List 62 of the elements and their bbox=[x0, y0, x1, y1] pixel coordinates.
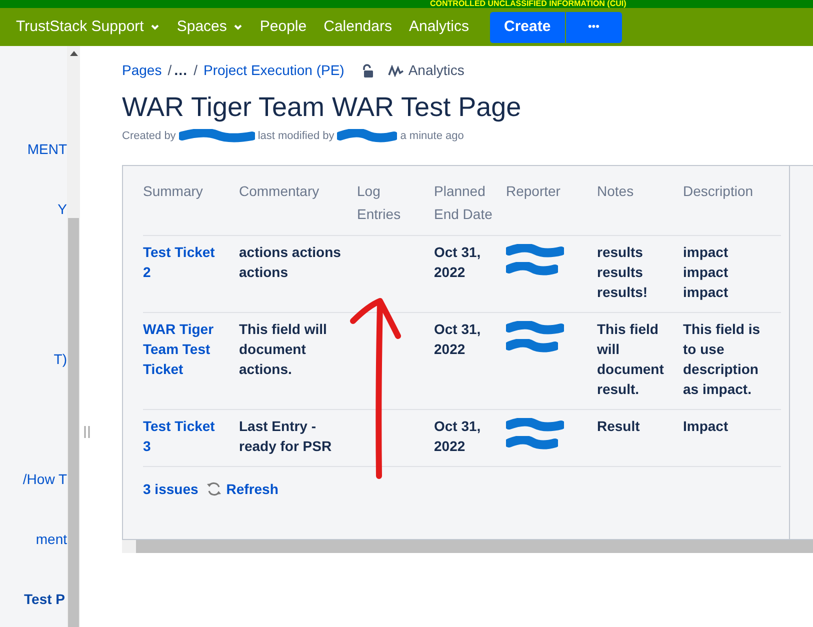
sidebar-item[interactable]: Y bbox=[58, 199, 67, 219]
breadcrumb-separator: / bbox=[168, 61, 172, 80]
redaction-scribble bbox=[506, 262, 558, 276]
breadcrumb-link[interactable]: Pages bbox=[122, 60, 162, 81]
column-header[interactable]: Notes bbox=[597, 178, 683, 226]
refresh-icon bbox=[206, 480, 222, 496]
horizontal-scrollbar[interactable] bbox=[122, 540, 813, 552]
breadcrumb-link[interactable]: Project Execution (PE) bbox=[203, 60, 344, 81]
issue-count-link[interactable]: 3 issues bbox=[143, 478, 198, 498]
table-cell: actions actions actions bbox=[239, 244, 341, 280]
table-cell: Result bbox=[597, 418, 640, 434]
ticket-link[interactable]: WAR Tiger Team Test Ticket bbox=[143, 318, 223, 378]
table-cell: This field will document actions. bbox=[239, 320, 327, 376]
sidebar-item[interactable]: MENT bbox=[27, 139, 67, 159]
table-cell: This field will document result. bbox=[597, 320, 664, 396]
breadcrumb-link[interactable]: … bbox=[174, 60, 188, 81]
unlocked-padlock-icon[interactable] bbox=[362, 64, 374, 78]
column-header[interactable]: Log Entries bbox=[357, 178, 434, 226]
redaction-scribble bbox=[506, 320, 564, 334]
nav-item[interactable]: Spaces bbox=[176, 16, 243, 38]
table-cell: Oct 31, 2022 bbox=[434, 320, 481, 356]
nav-item[interactable]: People bbox=[260, 16, 307, 38]
column-header[interactable]: Planned End Date bbox=[434, 178, 506, 226]
column-header[interactable]: Description bbox=[683, 178, 780, 226]
table-cell: Oct 31, 2022 bbox=[434, 418, 481, 454]
sidebar-item[interactable]: T) bbox=[54, 349, 67, 369]
ticket-link[interactable]: Test Ticket 2 bbox=[143, 242, 223, 282]
analytics-wave-icon bbox=[388, 64, 404, 76]
column-header[interactable]: Commentary bbox=[239, 178, 357, 226]
byline-text: Created by bbox=[122, 129, 176, 144]
breadcrumb-separator: / bbox=[194, 61, 198, 80]
table-cell: impact impact impact bbox=[683, 244, 728, 300]
column-header[interactable]: Reporter bbox=[506, 178, 597, 226]
resize-handle-icon[interactable] bbox=[84, 426, 90, 438]
ticket-link[interactable]: Test Ticket 3 bbox=[143, 416, 223, 456]
table-cell: This field is to use description as impact. bbox=[683, 320, 760, 396]
classification-banner: CONTROLLED UNCLASSIFIED INFORMATION (CUI) bbox=[0, 0, 813, 8]
scroll-up-icon bbox=[70, 51, 78, 56]
refresh-link[interactable]: Refresh bbox=[226, 478, 278, 498]
table-cell: Oct 31, 2022 bbox=[434, 244, 481, 280]
redaction-scribble bbox=[506, 338, 558, 352]
table-cell: results results results! bbox=[597, 244, 648, 300]
create-button[interactable]: Create bbox=[490, 12, 565, 42]
sidebar-item[interactable]: ment bbox=[36, 529, 67, 549]
nav-item[interactable]: TrustStack Support bbox=[16, 16, 160, 38]
table-cell: Impact bbox=[683, 418, 728, 434]
redaction-scribble bbox=[506, 436, 558, 450]
sidebar-item[interactable]: Test P bbox=[24, 589, 67, 609]
nav-item[interactable]: Analytics bbox=[408, 16, 470, 38]
more-button[interactable]: ••• bbox=[566, 12, 622, 42]
analytics-link[interactable]: Analytics bbox=[408, 60, 464, 81]
page-title: WAR Tiger Team WAR Test Page bbox=[122, 91, 522, 124]
redaction-scribble bbox=[506, 418, 564, 432]
nav-item[interactable]: Calendars bbox=[324, 16, 392, 38]
table-cell: Last Entry - ready for PSR bbox=[239, 418, 332, 454]
redaction-scribble bbox=[337, 129, 398, 144]
redaction-scribble bbox=[506, 244, 564, 258]
column-header[interactable]: Summary bbox=[143, 178, 239, 226]
byline-time: a minute ago bbox=[400, 129, 464, 144]
scrollbar-thumb[interactable] bbox=[68, 218, 79, 627]
sidebar-item[interactable]: /How T bbox=[22, 469, 67, 489]
byline-text: last modified by bbox=[258, 129, 334, 144]
